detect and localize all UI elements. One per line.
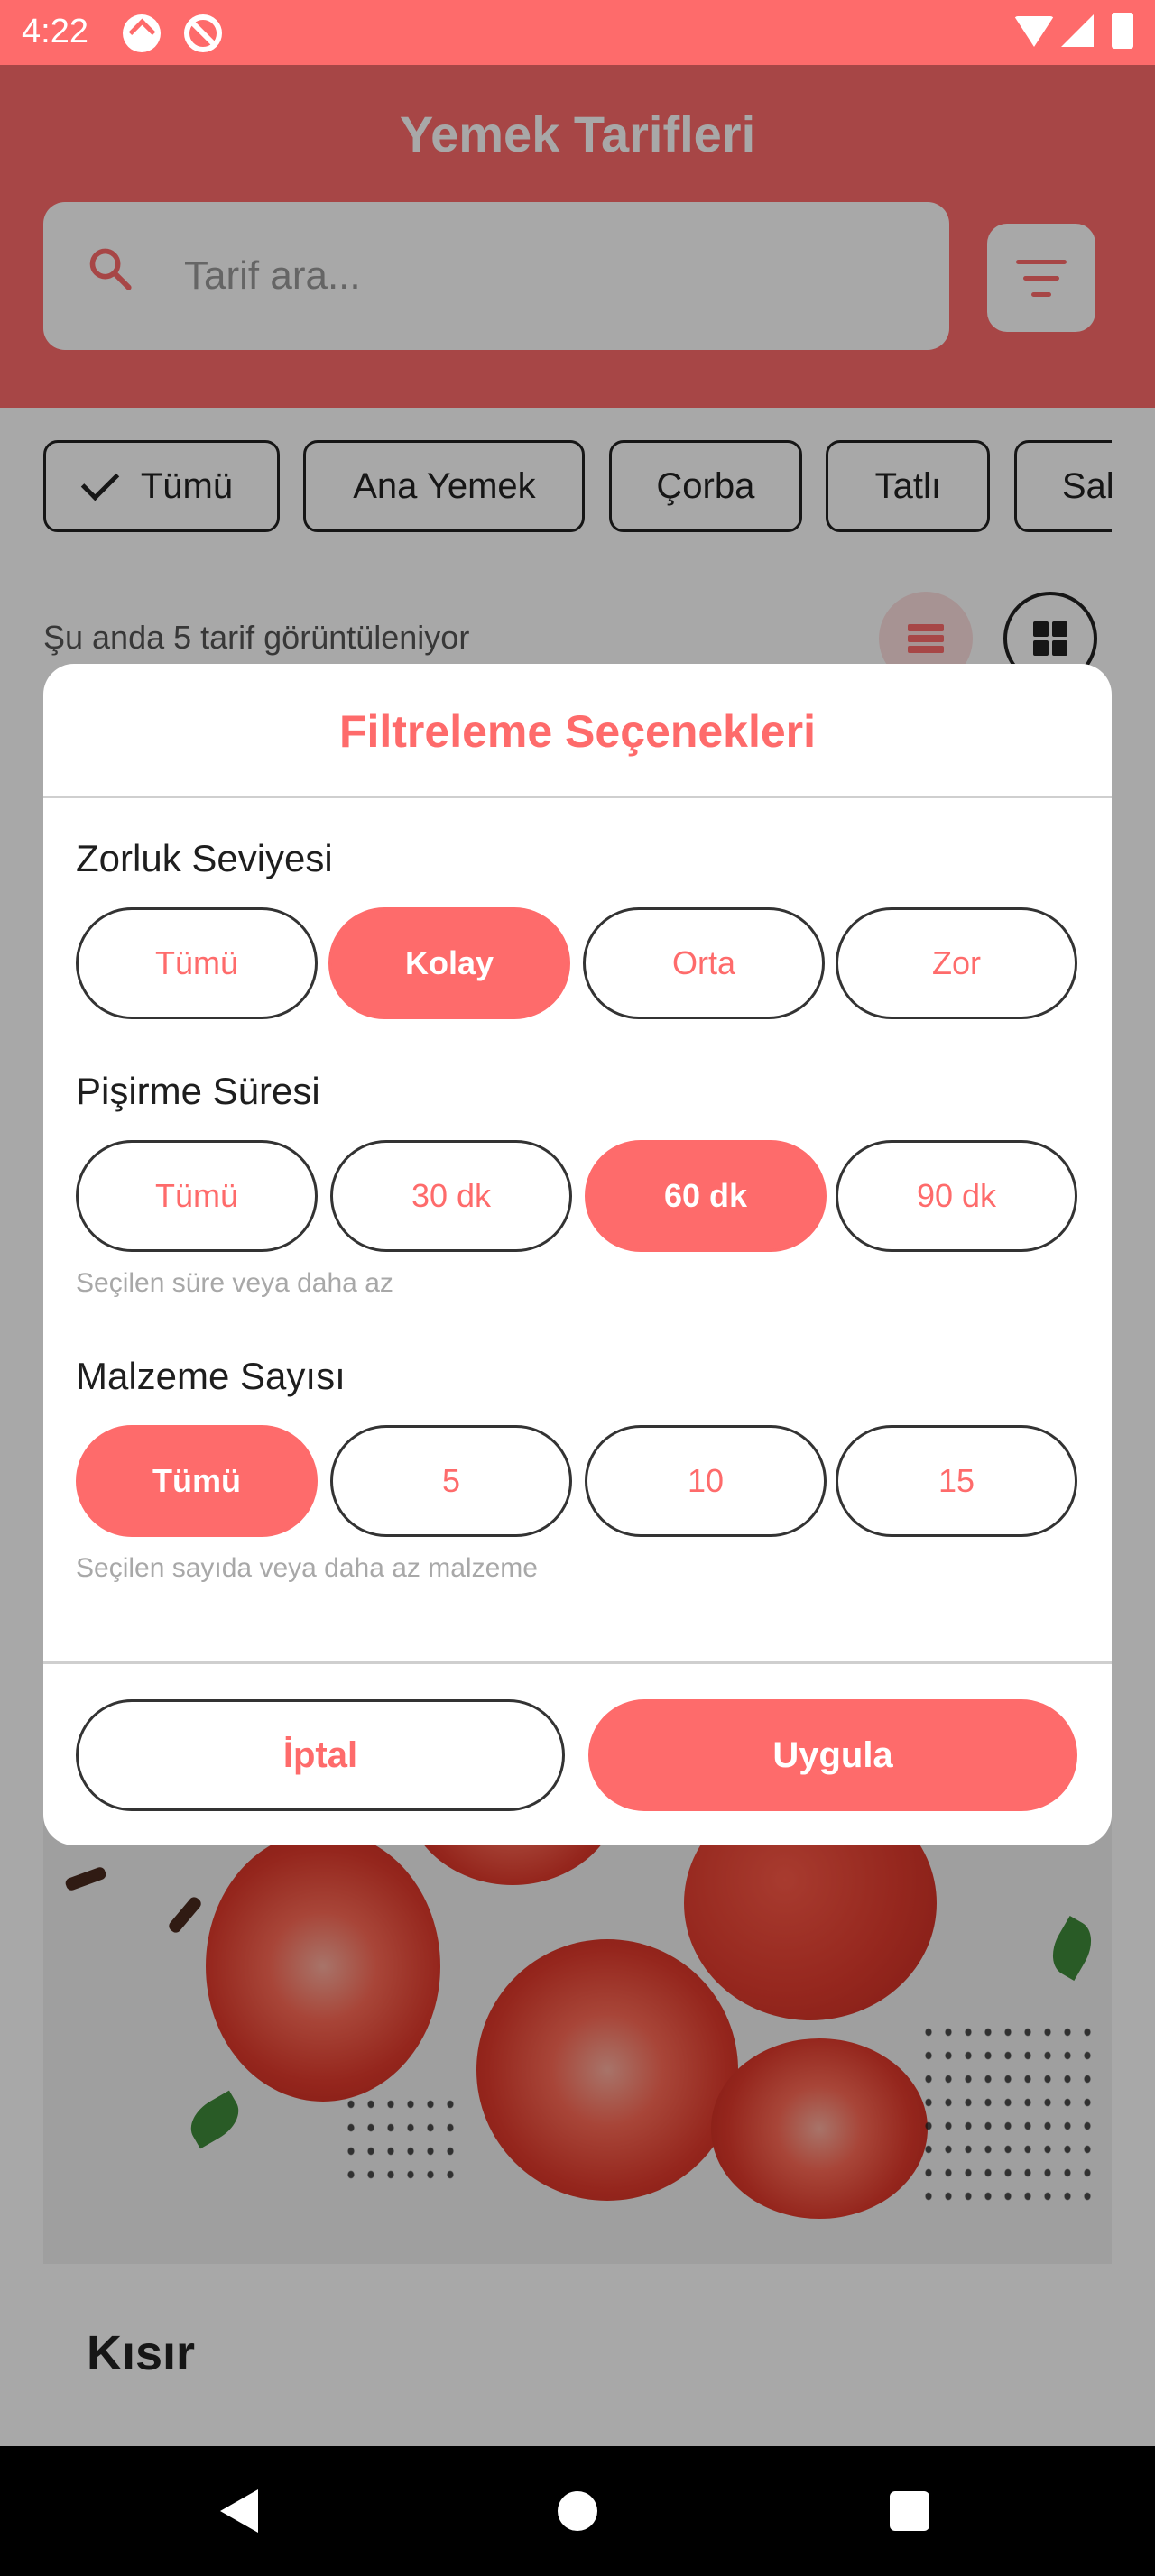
cancel-button[interactable]: İptal bbox=[76, 1699, 565, 1811]
do-not-disturb-icon bbox=[184, 14, 222, 52]
filter-dialog: Filtreleme Seçenekleri Zorluk Seviyesi T… bbox=[43, 664, 1112, 1845]
dialog-divider-top bbox=[43, 796, 1112, 798]
cooking-time-helper: Seçilen süre veya daha az bbox=[76, 1268, 393, 1298]
status-bar: 4:22 bbox=[0, 0, 1155, 65]
dialog-divider-bottom bbox=[43, 1661, 1112, 1664]
ingredient-option-15[interactable]: 15 bbox=[836, 1425, 1077, 1537]
difficulty-option-easy[interactable]: Kolay bbox=[328, 907, 570, 1019]
difficulty-label: Zorluk Seviyesi bbox=[76, 837, 333, 879]
time-option-60[interactable]: 60 dk bbox=[585, 1140, 827, 1252]
back-icon[interactable] bbox=[220, 2489, 258, 2533]
recent-apps-icon[interactable] bbox=[890, 2491, 929, 2531]
home-icon[interactable] bbox=[558, 2491, 597, 2531]
battery-icon bbox=[1112, 13, 1133, 49]
difficulty-option-medium[interactable]: Orta bbox=[583, 907, 825, 1019]
difficulty-option-hard[interactable]: Zor bbox=[836, 907, 1077, 1019]
difficulty-option-all[interactable]: Tümü bbox=[76, 907, 318, 1019]
ingredient-count-label: Malzeme Sayısı bbox=[76, 1355, 346, 1397]
ingredient-option-all[interactable]: Tümü bbox=[76, 1425, 318, 1537]
ingredient-option-5[interactable]: 5 bbox=[330, 1425, 572, 1537]
time-option-90[interactable]: 90 dk bbox=[836, 1140, 1077, 1252]
cell-signal-icon bbox=[1061, 14, 1094, 47]
ingredient-count-helper: Seçilen sayıda veya daha az malzeme bbox=[76, 1553, 538, 1583]
status-time: 4:22 bbox=[22, 13, 88, 51]
time-option-all[interactable]: Tümü bbox=[76, 1140, 318, 1252]
cooking-time-label: Pişirme Süresi bbox=[76, 1070, 320, 1112]
apply-button[interactable]: Uygula bbox=[588, 1699, 1077, 1811]
notification-app-icon bbox=[123, 14, 161, 52]
dialog-title: Filtreleme Seçenekleri bbox=[338, 706, 817, 757]
ingredient-option-10[interactable]: 10 bbox=[585, 1425, 827, 1537]
wifi-icon bbox=[1014, 16, 1054, 47]
navigation-bar bbox=[0, 2446, 1155, 2576]
time-option-30[interactable]: 30 dk bbox=[330, 1140, 572, 1252]
